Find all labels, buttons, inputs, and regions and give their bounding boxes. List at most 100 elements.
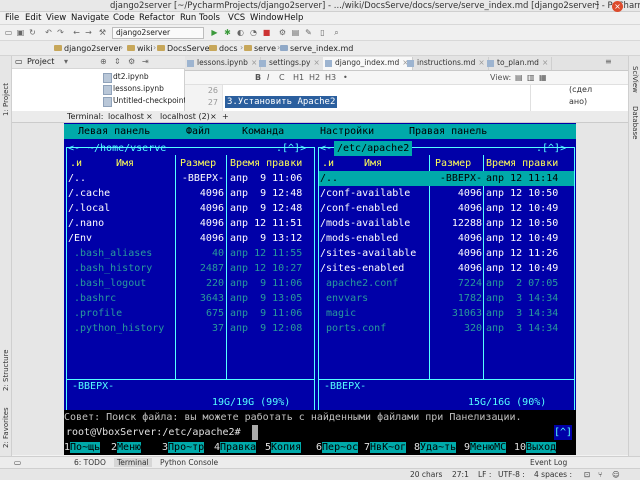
hide-icon[interactable]: ⇥ (142, 56, 149, 68)
menu-edit[interactable]: Edit (25, 13, 41, 23)
scroll-from-source-icon[interactable]: ⇕ (114, 56, 121, 68)
sync-icon[interactable]: ↻ (28, 28, 37, 37)
window-icon[interactable]: ▭ (14, 458, 21, 467)
h2-button[interactable]: H2 (309, 73, 320, 82)
breadcrumb-wiki[interactable]: wiki (126, 43, 153, 54)
fkey-1[interactable]: 1По~щь (64, 440, 101, 455)
menu-run[interactable]: Run (180, 13, 196, 23)
build-icon[interactable]: ⚒ (98, 28, 107, 37)
profile-icon[interactable]: ◔ (249, 28, 258, 37)
terminal-tab[interactable]: localhost (2) (160, 112, 210, 121)
fkey-4[interactable]: 4Правка (214, 440, 257, 455)
editor-tab[interactable]: django_index.md × (323, 57, 413, 70)
project-file[interactable]: lessons.ipynb (102, 84, 164, 95)
project-file[interactable]: dt2.ipynb (102, 72, 149, 83)
notifications-icon[interactable]: ☺ (612, 470, 620, 479)
fkey-10[interactable]: 10Выход (514, 440, 557, 455)
terminal-icon[interactable]: ▯ (318, 28, 327, 37)
status-encoding[interactable]: UTF-8 : (498, 470, 525, 479)
new-terminal-button[interactable]: + (222, 112, 229, 121)
undo-icon[interactable]: ↶ (44, 28, 53, 37)
chevron-left-icon[interactable]: <- (320, 141, 332, 156)
gear-icon[interactable]: ⚙ (128, 56, 135, 68)
italic-button[interactable]: I (267, 73, 269, 82)
close-button[interactable]: × (612, 1, 623, 12)
chevron-down-icon[interactable]: ▾ (64, 56, 68, 68)
project-view-select[interactable]: Project (27, 56, 54, 68)
view-mode-icon[interactable]: ▤ (515, 73, 523, 82)
tool-tab-sciview[interactable]: SciView (631, 66, 639, 93)
menu-file[interactable]: File (5, 13, 19, 23)
bold-button[interactable]: B (255, 73, 261, 82)
terminal-view[interactable]: Левая панель Файл Команда Настройки Прав… (64, 123, 576, 455)
menu-help[interactable]: Help (284, 13, 303, 23)
fkey-2[interactable]: 2Меню (111, 440, 142, 455)
save-icon[interactable]: ▣ (16, 28, 25, 37)
todo-tool-button[interactable]: 6: TODO (74, 458, 106, 467)
left-panel-corner[interactable]: .[^]> (276, 141, 306, 156)
close-icon[interactable]: × (542, 58, 548, 67)
fkey-9[interactable]: 9МенюМС (464, 440, 507, 455)
fkey-7[interactable]: 7НвК~ог (364, 440, 407, 455)
code-button[interactable]: C (279, 73, 285, 82)
stop-icon[interactable]: ■ (262, 28, 271, 37)
breadcrumb-docs[interactable]: docs (208, 43, 238, 54)
bullet-button[interactable]: • (343, 73, 348, 82)
settings-icon[interactable]: ⚙ (278, 28, 287, 37)
breadcrumb-project[interactable]: django2server (53, 43, 122, 54)
preview-icon[interactable]: ▦ (539, 73, 547, 82)
terminal-tool-button[interactable]: Terminal (114, 458, 152, 467)
close-icon[interactable]: × (314, 58, 320, 67)
file-row[interactable]: magic 31063 апр 3 14:34 (64, 306, 576, 321)
fkey-8[interactable]: 8Уда~ть (414, 440, 457, 455)
breadcrumb-file[interactable]: serve_index.md (279, 43, 353, 54)
right-panel-corner[interactable]: .[^]> (536, 141, 566, 156)
file-row[interactable]: ports.conf 320 апр 3 14:34 (64, 321, 576, 336)
open-folder-icon[interactable]: ▭ (4, 28, 13, 37)
coverage-icon[interactable]: ◐ (236, 28, 245, 37)
file-row[interactable]: envvars 1782 апр 3 14:34 (64, 291, 576, 306)
menu-refactor[interactable]: Refactor (139, 13, 175, 23)
breadcrumb-docsserve[interactable]: DocsServe (156, 43, 210, 54)
mc-menu-command[interactable]: Команда (242, 124, 284, 139)
run-icon[interactable]: ▶ (210, 28, 219, 37)
mc-menu-left[interactable]: Левая панель (78, 124, 150, 139)
forward-icon[interactable]: → (84, 28, 93, 37)
breadcrumb-serve[interactable]: serve (243, 43, 276, 54)
collapse-icon[interactable]: ⊕ (100, 56, 107, 68)
editor-current-line[interactable]: 3.Установить Apache2 (225, 96, 338, 108)
file-row[interactable]: /conf-enabled 4096 апр 12 10:49 (64, 201, 576, 216)
file-row[interactable]: /mods-available 12288 апр 12 10:50 (64, 216, 576, 231)
tool-tab-favorites[interactable]: 2: Favorites (2, 407, 10, 448)
menu-tools[interactable]: Tools (199, 13, 220, 23)
shell-prompt[interactable]: root@VboxServer:/etc/apache2# [^] (64, 425, 576, 440)
h1-button[interactable]: H1 (293, 73, 304, 82)
git-icon[interactable]: ⑂ (598, 470, 603, 479)
file-row[interactable]: /sites-available 4096 апр 12 11:26 (64, 246, 576, 261)
editor-tab[interactable]: instructions.md × (405, 57, 489, 70)
fkey-5[interactable]: 5Копия (265, 440, 302, 455)
file-row[interactable]: /mods-enabled 4096 апр 12 10:49 (64, 231, 576, 246)
menu-vcs[interactable]: VCS (228, 13, 245, 23)
tool-tab-structure[interactable]: 2: Structure (2, 349, 10, 391)
run-config-select[interactable]: django2server (112, 27, 204, 39)
file-row[interactable]: apache2.conf 7224 апр 2 07:05 (64, 276, 576, 291)
wrench-icon[interactable]: ✎ (304, 28, 313, 37)
editor-tab[interactable]: lessons.ipynb × (185, 57, 262, 70)
menu-view[interactable]: View (46, 13, 66, 23)
status-caret[interactable]: 27:1 (452, 470, 469, 479)
minimize-button[interactable]: – (590, 0, 604, 12)
structure-icon[interactable]: ▤ (291, 28, 300, 37)
mc-menu-file[interactable]: Файл (186, 124, 210, 139)
lock-icon[interactable]: ⊡ (584, 470, 590, 479)
debug-icon[interactable]: ✱ (223, 28, 232, 37)
status-indent[interactable]: 4 spaces : (534, 470, 572, 479)
editor-tab[interactable]: settings.py × (257, 57, 324, 70)
close-icon[interactable]: × (478, 58, 484, 67)
file-row[interactable]: /.. -BBEPX-апр 12 11:14 (64, 171, 576, 186)
fkey-6[interactable]: 6Пер~ос (316, 440, 359, 455)
prompt-corner[interactable]: [^] (554, 425, 573, 440)
fkey-3[interactable]: 3Про~тр (162, 440, 205, 455)
terminal-tab[interactable]: localhost (108, 112, 144, 121)
menu-navigate[interactable]: Navigate (71, 13, 109, 23)
